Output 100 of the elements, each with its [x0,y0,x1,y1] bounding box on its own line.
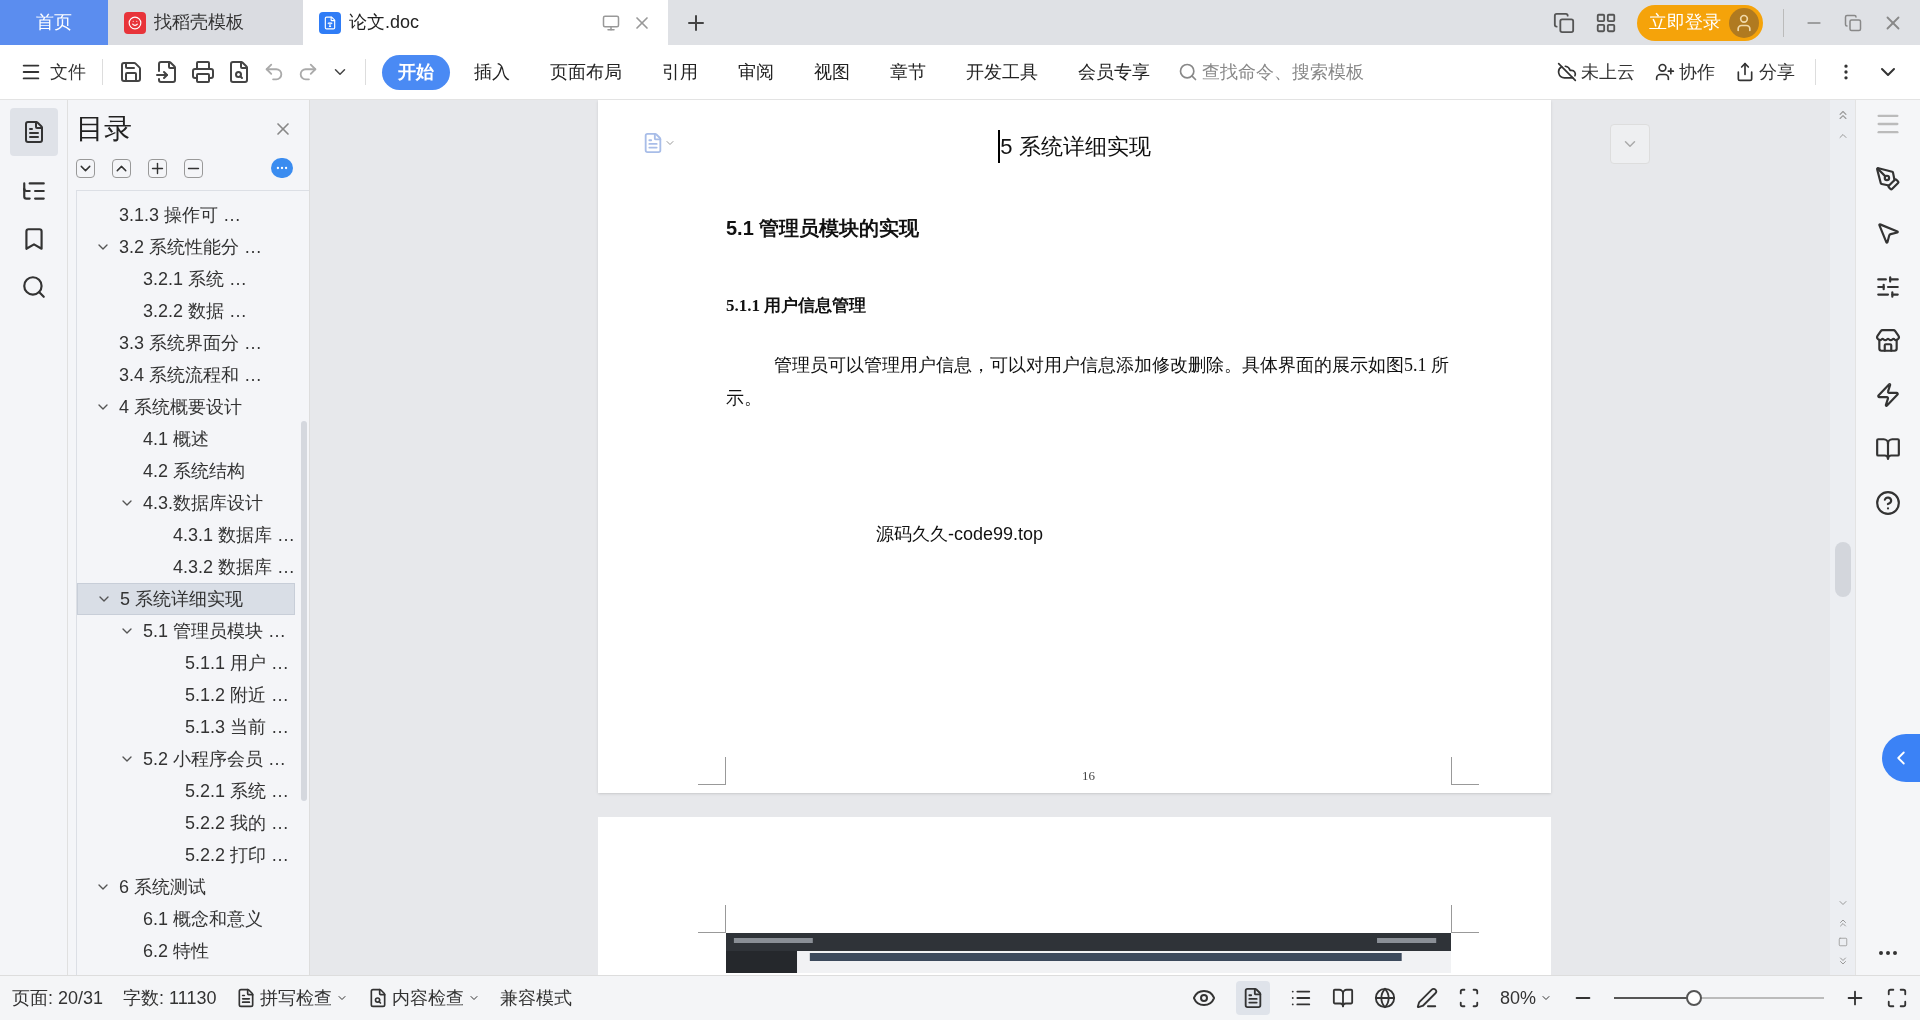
scrollbar-thumb[interactable] [301,421,307,801]
toc-item[interactable]: 4.1 概述 [77,423,295,455]
cloud-icon [1557,62,1577,82]
file-menu[interactable]: 文件 [20,58,86,86]
search-field[interactable]: 查找命令、搜索模板 [1178,58,1392,86]
avatar-icon [1729,7,1759,38]
fit-page-icon[interactable] [1457,987,1480,1009]
grid-icon[interactable] [1595,11,1617,34]
toc-item[interactable]: 5.1.3 当前 … [77,711,295,743]
side-panel-toggle[interactable] [1882,734,1920,782]
crop-mark [1451,905,1479,933]
web-view-icon[interactable] [1373,987,1396,1009]
toc-item[interactable]: 4.3.2 数据库 … [77,551,295,583]
toc-item[interactable]: 6.2 特性 [77,935,295,967]
zoom-slider-thumb[interactable] [1685,990,1702,1006]
toc-item[interactable]: 5.2.2 我的 … [77,807,295,839]
ribbon-tab[interactable]: 页面布局 [534,54,638,90]
toc-item[interactable]: 5 系统详细实现 [77,583,295,615]
check-document-icon [236,988,257,1008]
ribbon-tab[interactable]: 审阅 [722,54,790,90]
toc-item[interactable]: 3.3 系统界面分 … [77,327,295,359]
ai-bubble-icon[interactable] [271,158,293,178]
add-level-icon[interactable] [148,158,167,178]
toc-item[interactable]: 3.2 系统性能分 … [77,231,295,263]
toc-item[interactable]: 5.2.2 打印 … [77,839,295,871]
zoom-dropdown[interactable]: 80% [1499,984,1552,1012]
book-search-icon[interactable] [1875,436,1901,462]
figure-placeholder-text: 源码久久-code99.top [875,522,1045,546]
toc-item[interactable]: 4 系统概要设计 [77,391,295,423]
toc-item[interactable]: 5.1 管理员模块 … [77,615,295,647]
dual-screen-icon[interactable] [1553,11,1575,34]
ribbon-tab[interactable]: 引用 [646,54,714,90]
compat-mode[interactable]: 兼容模式 [500,984,573,1012]
share-icon [1735,62,1755,82]
print-icon[interactable] [191,60,215,84]
expand-all-icon[interactable] [76,158,95,178]
fullscreen-icon[interactable] [1886,987,1908,1009]
page-number: 16 [1082,766,1095,785]
page-count[interactable]: 页面: 20/31 [12,984,104,1012]
export-icon[interactable] [155,60,179,84]
toc-item[interactable]: 5.1.2 附近 … [77,679,295,711]
preview-icon[interactable] [227,60,251,84]
restore-icon[interactable] [1844,13,1862,32]
panel-title: 目录 [76,112,132,146]
toc-item[interactable]: 4.3.1 数据库 … [77,519,295,551]
flame-logo-icon [124,11,146,34]
remove-level-icon[interactable] [184,158,203,178]
spell-check-button[interactable]: 拼写检查 [236,984,349,1012]
tab-label: 论文.doc [349,11,420,34]
toolbar-action[interactable]: 未上云 [1557,58,1635,86]
reading-view-icon[interactable] [1331,987,1354,1009]
toc-item[interactable]: 3.4 系统流程和 … [77,359,295,391]
monitor-icon[interactable] [602,13,620,32]
title-tab[interactable]: 找稻壳模板 [108,0,303,45]
crop-mark [698,905,726,933]
crop-mark [698,757,726,785]
ribbon-tab[interactable]: 开发工具 [950,54,1054,90]
toc-item[interactable]: 3.1.3 操作可 … [77,199,295,231]
add-user-icon [1655,62,1675,82]
help-icon[interactable] [1875,490,1901,516]
lightning-icon[interactable] [1875,382,1901,408]
section-heading: 5.1 管理员模块的实现 [726,216,921,241]
ribbon-tab[interactable]: 视图 [798,54,866,90]
toc-item[interactable]: 5.2 小程序会员 … [77,743,295,775]
tab-label: 首页 [36,11,72,34]
toolbar-action[interactable]: 协作 [1655,58,1715,86]
pen-icon[interactable] [1875,166,1901,192]
ribbon-tab[interactable]: 会员专享 [1062,54,1166,90]
toc-item[interactable]: 6.1 概念和意义 [77,903,295,935]
document-search-icon [368,988,389,1008]
zoom-slider[interactable] [1614,988,1824,1008]
search-icon[interactable] [20,274,47,300]
crop-mark [1451,757,1479,785]
page-view-icon[interactable] [1235,981,1270,1015]
toc-item[interactable]: 4.2 系统结构 [77,455,295,487]
sliders-icon[interactable] [1875,274,1901,300]
toc-item[interactable]: 3.2.1 系统 … [77,263,295,295]
toolbar-action[interactable]: 分享 [1735,58,1795,86]
toc-item[interactable]: 3.2.2 数据 … [77,295,295,327]
chapter-heading: 5 系统详细实现 [998,130,1151,163]
word-count[interactable]: 字数: 11130 [123,984,217,1012]
search-icon [1178,62,1198,82]
save-icon[interactable] [119,60,143,84]
tab-label: 找稻壳模板 [154,11,244,34]
toc-item[interactable]: 5.1.1 用户 … [77,647,295,679]
subsection-heading: 5.1.1 用户信息管理 [726,295,868,317]
collapse-all-icon[interactable] [112,158,131,178]
title-tab[interactable]: 论文.doc [303,0,668,45]
toc-item[interactable]: 5.2.1 系统 … [77,775,295,807]
ribbon-tab[interactable]: 插入 [458,54,526,90]
content-check-button[interactable]: 内容检查 [368,984,481,1012]
toc-item[interactable]: 4.3.数据库设计 [77,487,295,519]
toc-item[interactable]: 6 系统测试 [77,871,295,903]
body-paragraph: 管理员可以管理用户信息，可以对用户信息添加修改删除。具体界面的展示如图5.1 所示。 [726,353,1450,410]
scrollbar-thumb[interactable] [1834,542,1851,597]
pointer-icon[interactable] [1875,220,1901,246]
pen-icon[interactable] [1415,987,1438,1009]
ribbon-tab[interactable]: 章节 [874,54,942,90]
outline-tab[interactable] [9,108,58,156]
store-icon[interactable] [1875,328,1901,354]
